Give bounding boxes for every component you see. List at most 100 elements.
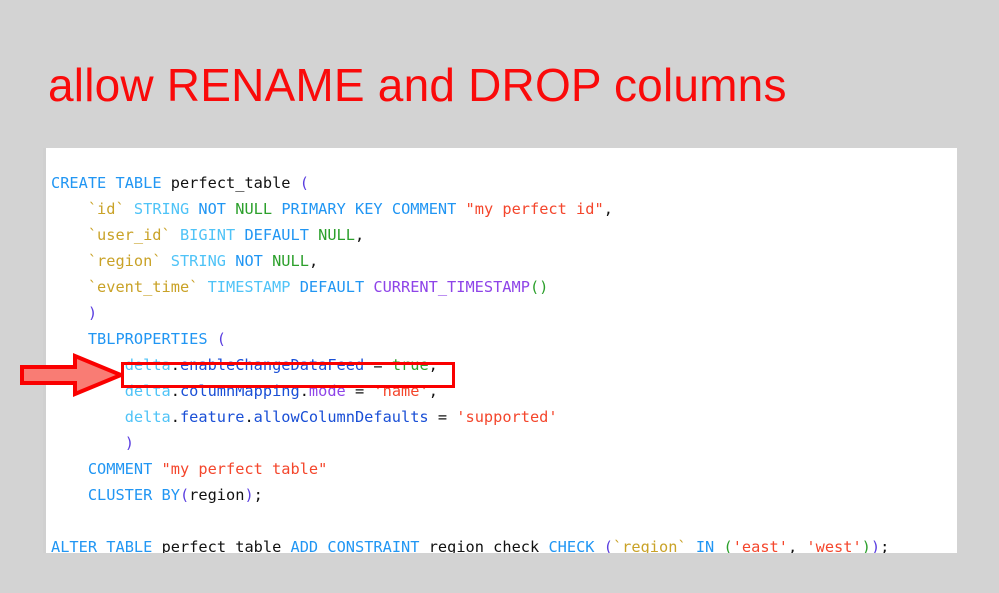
code-token: `user_id`: [87, 226, 171, 245]
code-token: ): [244, 486, 254, 505]
code-token: perfect_table: [170, 174, 291, 193]
code-line: ALTER TABLE perfect_table ADD CONSTRAINT…: [51, 534, 889, 553]
page-title: allow RENAME and DROP columns: [48, 59, 787, 111]
code-token: ,: [787, 538, 798, 553]
code-token: (: [179, 486, 190, 505]
code-token: BIGINT: [179, 226, 236, 245]
code-token: ,: [308, 252, 319, 271]
code-token: TABLE: [106, 538, 153, 553]
code-token: ALTER: [51, 538, 98, 553]
code-line: `id` STRING NOT NULL PRIMARY KEY COMMENT…: [51, 196, 889, 222]
code-token: .: [244, 408, 254, 427]
code-token: (: [299, 174, 309, 193]
code-token: =: [354, 382, 365, 401]
code-token: ,: [603, 200, 613, 219]
code-token: TIMESTAMP: [207, 278, 291, 297]
code-token: CURRENT_TIMESTAMP: [373, 278, 530, 297]
code-token: ;: [880, 538, 890, 553]
code-token: `event_time`: [87, 278, 199, 297]
code-line: `region` STRING NOT NULL,: [51, 248, 889, 274]
code-token: .: [170, 356, 180, 375]
code-token: DEFAULT: [244, 226, 309, 245]
code-line: COMMENT "my perfect table": [51, 456, 889, 482]
sql-code-block: CREATE TABLE perfect_table ( `id` STRING…: [51, 170, 889, 553]
code-token: KEY: [355, 200, 383, 219]
code-token: `region`: [87, 252, 162, 271]
code-token: CONSTRAINT: [327, 538, 420, 553]
code-token: COMMENT: [391, 200, 457, 219]
code-token: region: [189, 486, 245, 505]
code-token: ;: [253, 486, 263, 505]
code-token: ): [124, 434, 134, 453]
code-line: delta.columnMapping.mode = 'name',: [51, 378, 889, 404]
code-token: CLUSTER: [87, 486, 153, 505]
code-token: perfect_table: [161, 538, 282, 553]
code-line: `user_id` BIGINT DEFAULT NULL,: [51, 222, 889, 248]
slide-canvas: allow RENAME and DROP columns CREATE TAB…: [0, 0, 999, 593]
code-token: "my perfect id": [465, 200, 604, 219]
code-token: IN: [695, 538, 715, 553]
red-arrow-annotation: [20, 353, 124, 397]
code-token: delta: [124, 382, 171, 401]
code-token: ,: [428, 382, 438, 401]
code-line: delta.enableChangeDataFeed = true,: [51, 352, 889, 378]
code-token: `id`: [87, 200, 125, 219]
code-token: ADD: [290, 538, 319, 553]
code-token: 'name': [373, 382, 429, 401]
code-token: NULL: [318, 226, 355, 245]
code-token: CREATE: [51, 174, 107, 193]
code-line: `event_time` TIMESTAMP DEFAULT CURRENT_T…: [51, 274, 889, 300]
code-token: true: [391, 356, 429, 375]
code-token: region_check: [428, 538, 540, 553]
code-token: ,: [354, 226, 365, 245]
code-token: .: [170, 382, 180, 401]
code-token: delta: [124, 356, 171, 375]
code-line: ): [51, 300, 889, 326]
code-token: 'west': [806, 538, 862, 553]
code-line: CREATE TABLE perfect_table (: [51, 170, 889, 196]
code-token: "my perfect table": [161, 460, 328, 479]
code-token: delta: [124, 408, 171, 427]
code-token: mode: [308, 382, 346, 401]
code-token: NULL: [272, 252, 309, 271]
code-token: (: [216, 330, 227, 349]
code-token: NOT: [235, 252, 263, 271]
code-token: STRING: [170, 252, 227, 271]
arrow-shape: [20, 353, 124, 397]
code-line: CLUSTER BY(region);: [51, 482, 889, 508]
code-token: (: [723, 538, 733, 553]
code-token: ): [861, 538, 871, 553]
code-token: PRIMARY: [281, 200, 346, 219]
code-token: `region`: [612, 538, 687, 553]
code-token: .: [299, 382, 309, 401]
code-token: feature: [179, 408, 245, 427]
code-token: =: [437, 408, 448, 427]
code-line: ): [51, 430, 889, 456]
code-token: enableChangeDataFeed: [179, 356, 365, 375]
code-token: BY: [161, 486, 180, 505]
